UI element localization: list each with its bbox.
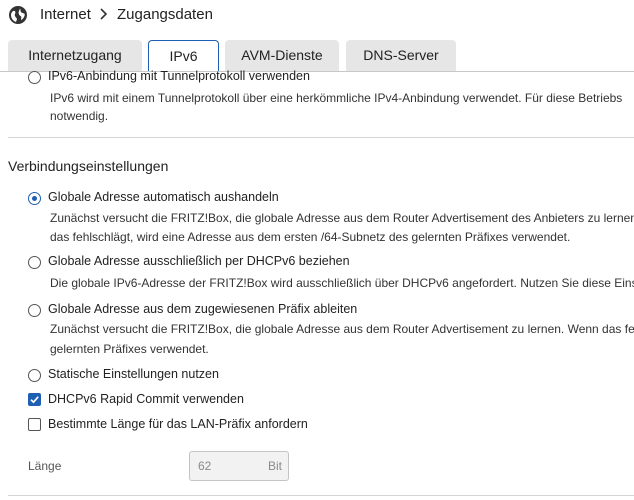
option-auto-negotiate-desc-1: Zunächst versucht die FRITZ!Box, die glo… — [50, 211, 634, 225]
option-tunnel-desc-1: IPv6 wird mit einem Tunnelprotokoll über… — [50, 91, 623, 105]
tab-avm-dienste[interactable]: AVM-Dienste — [225, 40, 339, 71]
option-auto-negotiate-label: Globale Adresse automatisch aushandeln — [48, 190, 279, 204]
length-value: 62 — [198, 459, 212, 473]
bottom-divider — [8, 495, 634, 496]
length-unit: Bit — [268, 459, 283, 473]
option-auto-negotiate-desc-2: das fehlschlägt, wird eine Adresse aus d… — [50, 230, 571, 244]
radio-derive-prefix[interactable] — [28, 304, 41, 317]
check-icon — [29, 395, 39, 403]
radio-static[interactable] — [28, 369, 41, 382]
tab-dns-server[interactable]: DNS-Server — [346, 40, 456, 71]
length-label: Länge — [28, 459, 62, 473]
checkbox-lan-prefix-length-label: Bestimmte Länge für das LAN-Präfix anfor… — [48, 417, 308, 431]
checkbox-rapid-commit-label: DHCPv6 Rapid Commit verwenden — [48, 392, 244, 406]
option-static-label: Statische Einstellungen nutzen — [48, 367, 219, 381]
option-derive-prefix-label: Globale Adresse aus dem zugewiesenen Prä… — [48, 302, 358, 316]
chevron-right-icon — [100, 8, 108, 20]
globe-icon — [9, 6, 27, 24]
section-divider — [8, 137, 634, 138]
option-tunnel-label: IPv6-Anbindung mit Tunnelprotokoll verwe… — [48, 69, 310, 83]
radio-tunnel[interactable] — [28, 71, 41, 84]
tab-ipv6[interactable]: IPv6 — [148, 40, 219, 72]
tab-internetzugang[interactable]: Internetzugang — [8, 40, 142, 71]
option-derive-prefix-desc-2: gelernten Präfixes verwendet. — [50, 342, 209, 356]
radio-dhcpv6-only[interactable] — [28, 256, 41, 269]
option-dhcpv6-only-label: Globale Adresse ausschließlich per DHCPv… — [48, 254, 350, 268]
option-derive-prefix-desc-1: Zunächst versucht die FRITZ!Box, die glo… — [50, 322, 634, 336]
breadcrumb-zugangsdaten: Zugangsdaten — [117, 6, 213, 23]
option-tunnel-desc-2: notwendig. — [50, 109, 109, 123]
checkbox-rapid-commit[interactable] — [28, 393, 41, 406]
checkbox-lan-prefix-length[interactable] — [28, 418, 41, 431]
radio-auto-negotiate[interactable] — [28, 192, 41, 205]
section-title: Verbindungseinstellungen — [8, 158, 169, 174]
breadcrumb-internet[interactable]: Internet — [40, 6, 91, 23]
option-dhcpv6-only-desc-1: Die globale IPv6-Adresse der FRITZ!Box w… — [50, 276, 634, 290]
